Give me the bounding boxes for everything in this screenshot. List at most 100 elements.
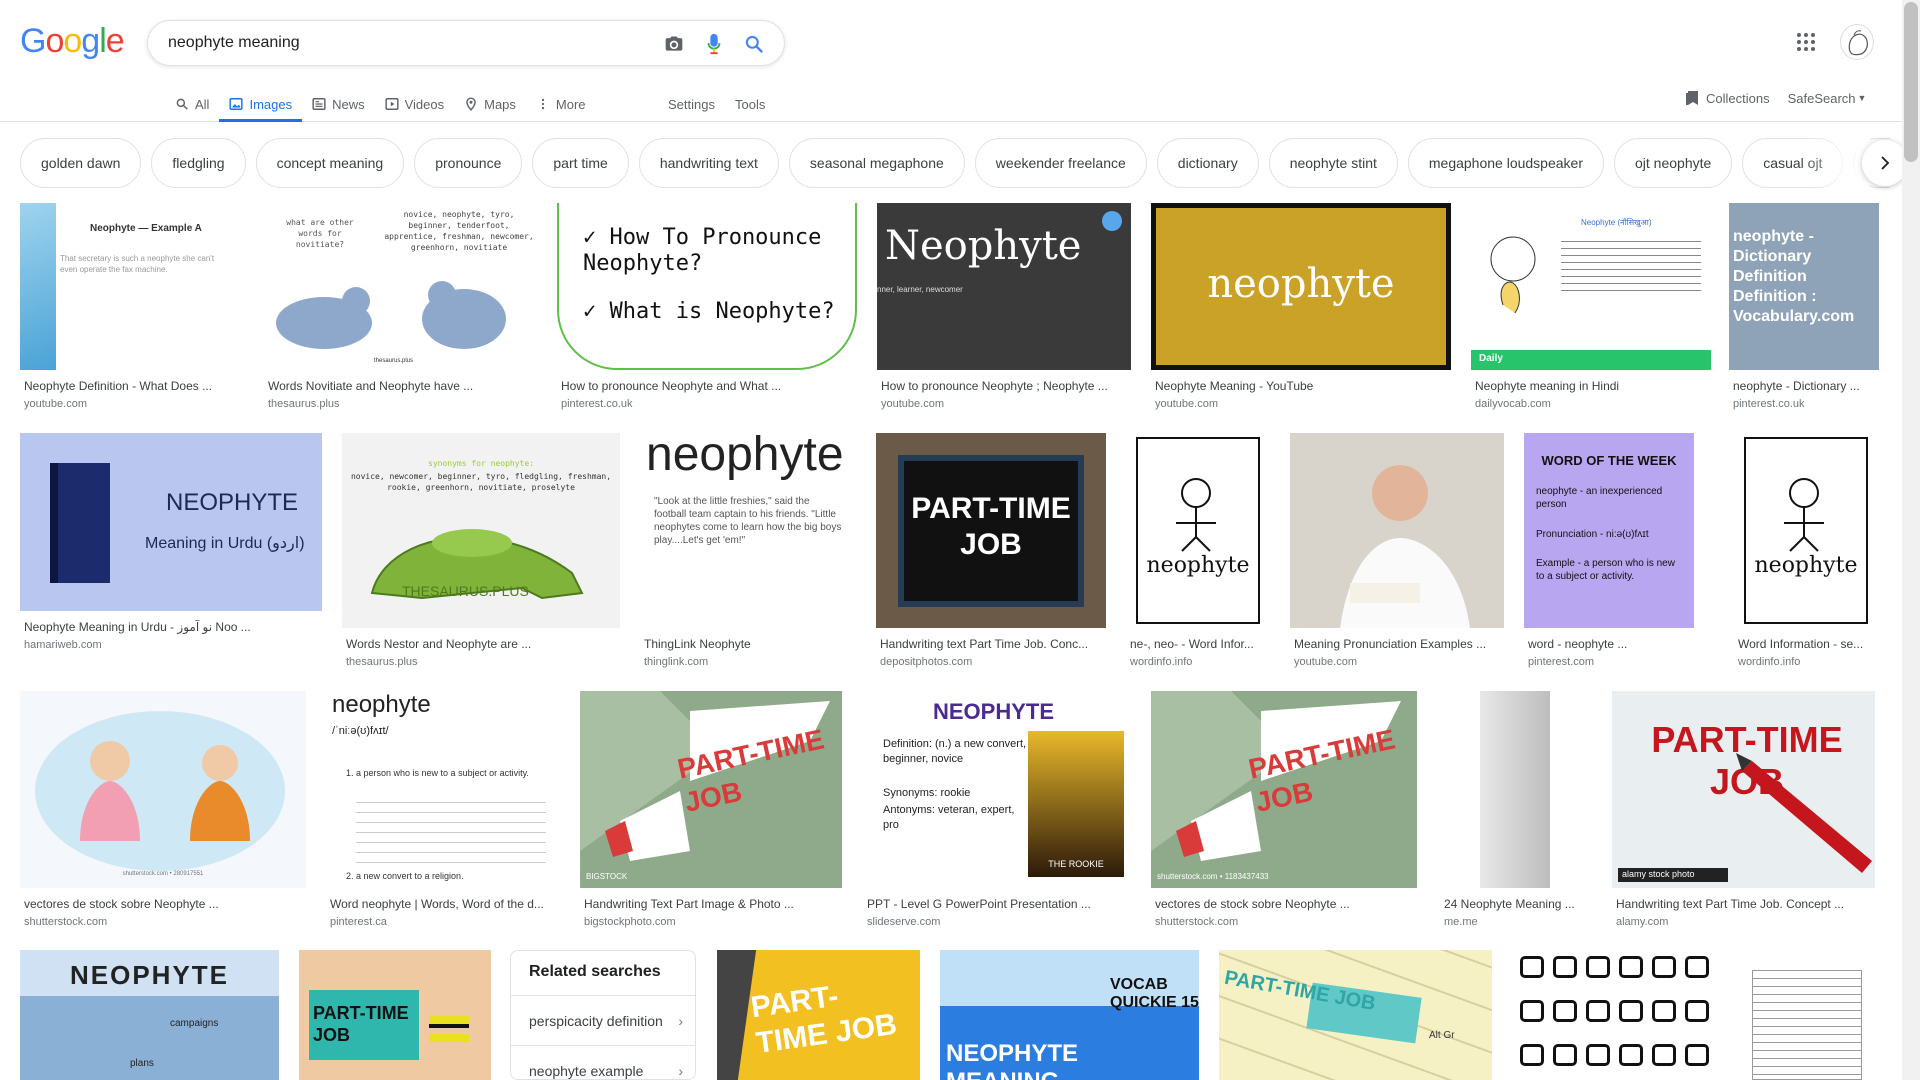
- image-result[interactable]: PART-TIME JOB shutterstock.com • 11834374…: [1151, 691, 1417, 938]
- tab-news[interactable]: News: [302, 86, 375, 122]
- result-title[interactable]: Handwriting text Part Time Job. Concept …: [1616, 897, 1873, 911]
- image-result[interactable]: PART-TIME JOB Alt Gr: [1219, 950, 1492, 1080]
- result-domain: shutterstock.com: [24, 916, 108, 928]
- result-title[interactable]: ThingLink Neophyte: [644, 637, 854, 651]
- glyph-cell: [1619, 1000, 1643, 1022]
- image-result[interactable]: 24 Neophyte Meaning ... me.me: [1440, 691, 1590, 938]
- image-result[interactable]: Neophyte (नौसिखुआ) Daily Neophyte meaning …: [1471, 203, 1711, 420]
- result-title[interactable]: Handwriting text Part Time Job. Conc...: [880, 637, 1104, 651]
- image-result[interactable]: [1512, 950, 1714, 1080]
- image-result[interactable]: what are other words for novitiate? novic…: [264, 203, 537, 420]
- image-result[interactable]: neophyte Neophyte Meaning - YouTube youtub…: [1151, 203, 1451, 420]
- image-result[interactable]: Neophyte — Example A That secretary is su…: [20, 203, 244, 420]
- tab-images[interactable]: Images: [219, 86, 302, 122]
- result-title[interactable]: Words Nestor and Neophyte are ...: [346, 637, 618, 651]
- result-title[interactable]: Word neophyte | Words, Word of the d...: [330, 897, 554, 911]
- chip[interactable]: part time: [532, 138, 629, 188]
- tab-all[interactable]: All: [165, 86, 219, 122]
- result-title[interactable]: How to pronounce Neophyte and What ...: [561, 379, 855, 393]
- thumb-text: Pronunciation - ni:ə(ʊ)fʌɪt: [1536, 529, 1649, 540]
- collections-button[interactable]: Collections: [1686, 90, 1770, 106]
- related-search-item[interactable]: neophyte example ›: [511, 1045, 695, 1079]
- rage-face-illustration: [1490, 236, 1536, 314]
- result-title[interactable]: neophyte - Dictionary ...: [1733, 379, 1877, 393]
- result-title[interactable]: Handwriting Text Part Image & Photo ...: [584, 897, 840, 911]
- result-thumbnail: PART-TIME JOB BIGSTOCK: [580, 691, 842, 888]
- result-title[interactable]: vectores de stock sobre Neophyte ...: [24, 897, 304, 911]
- chip[interactable]: megaphone loudspeaker: [1407, 138, 1604, 188]
- result-thumbnail: NEOPHYTE Definition: (n.) a new convert, …: [863, 691, 1128, 888]
- image-result[interactable]: NEOPHYTE Meaning in Urdu (اردو) Neophyte M…: [20, 433, 322, 661]
- scrollbar-thumb[interactable]: [1904, 2, 1918, 162]
- image-result[interactable]: ✓ How To Pronounce Neophyte? ✓ What is Ne…: [557, 203, 857, 420]
- result-title[interactable]: 24 Neophyte Meaning ...: [1444, 897, 1588, 911]
- image-result[interactable]: neophyte - Dictionary Definition Definit…: [1729, 203, 1879, 420]
- image-result[interactable]: PART-TIME JOB Handwriting text Part Time …: [876, 433, 1106, 678]
- camera-icon[interactable]: [662, 32, 686, 56]
- chip[interactable]: golden dawn: [20, 138, 142, 188]
- image-result[interactable]: neophyte ne-, neo- - Word Infor... wordinf…: [1126, 433, 1270, 678]
- search-icon[interactable]: [742, 32, 766, 56]
- apps-grid-icon[interactable]: [1794, 30, 1818, 54]
- chip[interactable]: dictionary: [1156, 138, 1259, 188]
- result-title[interactable]: How to pronounce Neophyte ; Neophyte ...: [881, 379, 1129, 393]
- image-result[interactable]: PART-TIME JOB: [717, 950, 920, 1080]
- result-title[interactable]: ne-, neo- - Word Infor...: [1130, 637, 1268, 651]
- scrollbar-track[interactable]: [1902, 0, 1920, 1080]
- result-title[interactable]: Meaning Pronunciation Examples ...: [1294, 637, 1502, 651]
- tools-link[interactable]: Tools: [735, 97, 765, 112]
- image-result[interactable]: WORD OF THE WEEK neophyte - an inexperien…: [1524, 433, 1694, 678]
- related-search-item[interactable]: perspicacity definition ›: [511, 995, 695, 1045]
- result-title[interactable]: vectores de stock sobre Neophyte ...: [1155, 897, 1415, 911]
- chip[interactable]: ojt neophyte: [1614, 138, 1733, 188]
- image-result[interactable]: PART-TIME JOB: [299, 950, 491, 1080]
- result-title[interactable]: Neophyte Definition - What Does ...: [24, 379, 242, 393]
- result-title[interactable]: PPT - Level G PowerPoint Presentation ..…: [867, 897, 1126, 911]
- chip[interactable]: pronounce: [414, 138, 523, 188]
- image-result[interactable]: [1734, 950, 1880, 1080]
- monk-offering-illustration: [35, 711, 285, 871]
- thumb-text: BIGSTOCK: [586, 872, 628, 881]
- image-result[interactable]: neophyte/ˈniːə(ʊ)fʌɪt/1. a person who is…: [326, 691, 556, 938]
- thumb-text: 1. a person who is new to a subject or a…: [346, 768, 529, 778]
- tab-more[interactable]: More: [526, 86, 596, 122]
- image-result[interactable]: neophyte Word Information - se... wordinfo…: [1734, 433, 1878, 678]
- image-result[interactable]: PART-TIME JOB BIGSTOCK Handwriting Text Pa…: [580, 691, 842, 938]
- settings-link[interactable]: Settings: [668, 97, 715, 112]
- avatar[interactable]: [1840, 24, 1874, 60]
- result-title[interactable]: word - neophyte ...: [1528, 637, 1692, 651]
- chip[interactable]: neophyte stint: [1268, 138, 1398, 188]
- image-result[interactable]: PART-TIME JOB alamy stock photo Handwritin…: [1612, 691, 1875, 938]
- chip[interactable]: fledgling: [151, 138, 246, 188]
- glyph-cell: [1652, 956, 1676, 978]
- search-icon: [175, 97, 189, 111]
- result-title[interactable]: Words Novitiate and Neophyte have ...: [268, 379, 535, 393]
- thumb-text: Definition: (n.) a new convert, beginner…: [883, 738, 1027, 765]
- microphone-icon[interactable]: [702, 32, 726, 56]
- chip[interactable]: concept meaning: [255, 138, 405, 188]
- result-title[interactable]: Neophyte Meaning - YouTube: [1155, 379, 1449, 393]
- image-result[interactable]: neophyte "Look at the little freshies," s…: [640, 433, 856, 678]
- glyph-cell: [1520, 1000, 1544, 1022]
- google-logo[interactable]: Google: [20, 22, 125, 61]
- search-box: [147, 20, 785, 66]
- tab-maps[interactable]: Maps: [454, 86, 526, 122]
- image-result[interactable]: VOCAB QUICKIE 15 NEOPHYTE MEANING: [940, 950, 1199, 1080]
- safesearch-dropdown[interactable]: SafeSearch ▼: [1788, 91, 1867, 106]
- thumb-text: NEOPHYTE: [166, 489, 299, 516]
- result-title[interactable]: Word Information - se...: [1738, 637, 1876, 651]
- thumb-text: PART-TIME JOB: [313, 1003, 409, 1045]
- search-input[interactable]: [168, 31, 618, 55]
- image-result[interactable]: Meaning Pronunciation Examples ... youtub…: [1290, 433, 1504, 678]
- chip[interactable]: weekender freelance: [974, 138, 1147, 188]
- result-title[interactable]: Neophyte Meaning in Urdu - نو آموز Noo .…: [24, 620, 320, 634]
- chip[interactable]: seasonal megaphone: [788, 138, 965, 188]
- image-result[interactable]: synonyms for neophyte: novice, newcomer, …: [342, 433, 620, 678]
- result-title[interactable]: Neophyte meaning in Hindi: [1475, 379, 1709, 393]
- image-result[interactable]: Neophyte nner, learner, newcomer How to pr…: [877, 203, 1131, 420]
- image-result[interactable]: NEOPHYTE campaigns plans: [20, 950, 279, 1080]
- chip[interactable]: handwriting text: [638, 138, 779, 188]
- tab-videos[interactable]: Videos: [375, 86, 455, 122]
- image-result[interactable]: NEOPHYTE Definition: (n.) a new convert, …: [863, 691, 1128, 938]
- image-result[interactable]: shutterstock.com • 280917551 vectores de …: [20, 691, 306, 938]
